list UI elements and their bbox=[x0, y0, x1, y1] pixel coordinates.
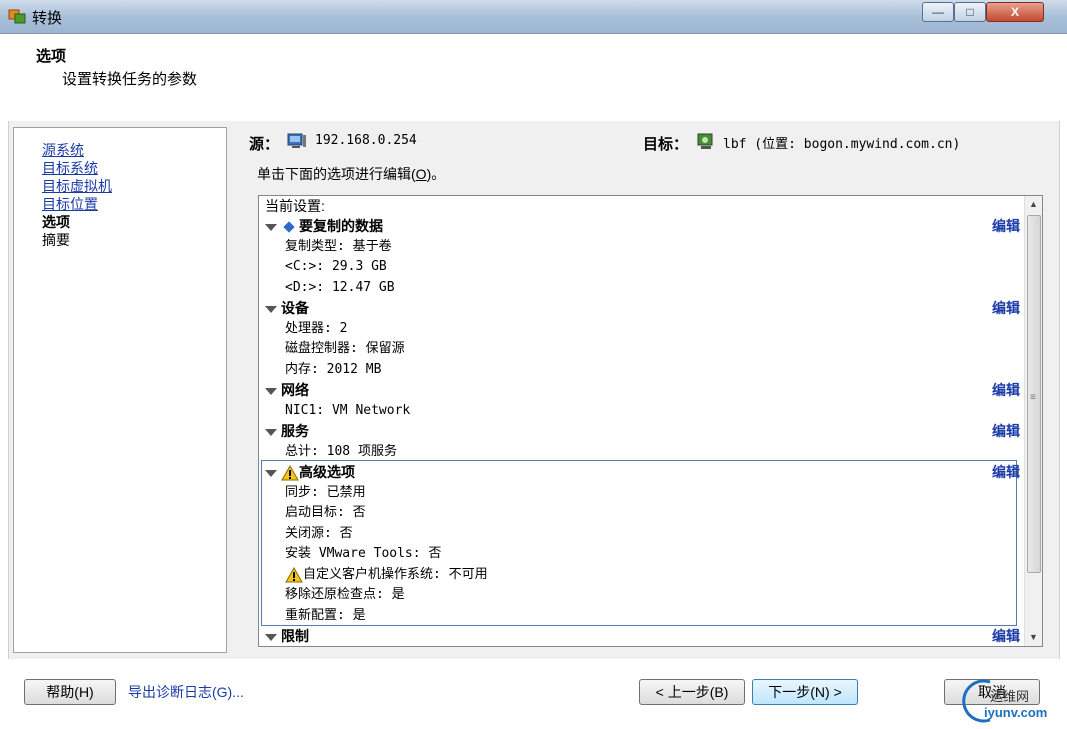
target-location: lbf (位置: bogon.mywind.com.cn) bbox=[723, 137, 961, 152]
grip-icon: ≡ bbox=[1030, 392, 1036, 403]
section-services-label: 服务 bbox=[281, 423, 309, 439]
section-devices[interactable]: 设备 bbox=[265, 298, 309, 318]
next-button[interactable]: 下一步(N) > bbox=[752, 679, 858, 705]
converter-app-icon bbox=[8, 9, 26, 24]
edit-copy-data-link[interactable]: 编辑 bbox=[992, 216, 1020, 236]
processors-value: 处理器: 2 bbox=[285, 321, 348, 336]
maximize-button[interactable]: □ bbox=[954, 2, 986, 22]
collapse-icon[interactable] bbox=[265, 305, 277, 313]
customize-guest-value: 自定义客户机操作系统: 不可用 bbox=[303, 567, 488, 582]
edit-devices-link[interactable]: 编辑 bbox=[992, 298, 1020, 318]
instruction-accesskey: O bbox=[415, 166, 427, 182]
diamond-icon bbox=[283, 221, 295, 233]
section-services[interactable]: 服务 bbox=[265, 421, 309, 441]
target-vm-icon bbox=[697, 133, 713, 149]
page-title: 选项 bbox=[36, 48, 67, 65]
services-total-value: 总计: 108 项服务 bbox=[285, 444, 397, 459]
nav-step-source-system[interactable]: 源系统 bbox=[42, 142, 84, 159]
edit-network-link[interactable]: 编辑 bbox=[992, 380, 1020, 400]
collapse-icon[interactable] bbox=[265, 469, 277, 477]
nav-step-target-location[interactable]: 目标位置 bbox=[42, 196, 98, 213]
reconfigure-value: 重新配置: 是 bbox=[285, 608, 366, 623]
source-label: 源： bbox=[249, 136, 280, 153]
section-copy-data-label: 要复制的数据 bbox=[299, 218, 383, 234]
source-address: 192.168.0.254 bbox=[315, 133, 417, 148]
customize-guest-row: 自定义客户机操作系统: 不可用 bbox=[285, 565, 488, 585]
current-settings-heading: 当前设置: bbox=[265, 198, 325, 214]
close-button[interactable]: X bbox=[986, 2, 1044, 22]
edit-advanced-options-link[interactable]: 编辑 bbox=[992, 462, 1020, 482]
page-header: 选项 设置转换任务的参数 bbox=[10, 35, 1056, 122]
section-copy-data[interactable]: 要复制的数据 bbox=[265, 216, 383, 236]
copy-type-value: 复制类型: 基于卷 bbox=[285, 239, 392, 254]
collapse-icon[interactable] bbox=[265, 633, 277, 641]
title-bar: 转换 — □ X bbox=[0, 0, 1067, 34]
warning-icon bbox=[285, 566, 303, 582]
section-advanced-options-label: 高级选项 bbox=[299, 464, 355, 480]
power-off-source-value: 关闭源: 否 bbox=[285, 526, 353, 541]
vertical-scrollbar[interactable]: ▲ ≡ ▼ bbox=[1024, 196, 1042, 646]
nic-value: NIC1: VM Network bbox=[285, 403, 411, 418]
nav-step-target-vm[interactable]: 目标虚拟机 bbox=[42, 178, 112, 195]
section-advanced-options[interactable]: 高级选项 bbox=[265, 462, 355, 482]
power-on-target-value: 启动目标: 否 bbox=[285, 505, 366, 520]
instruction-end: )。 bbox=[426, 166, 446, 182]
edit-throttling-link[interactable]: 编辑 bbox=[992, 626, 1020, 646]
scroll-up-arrow-icon[interactable]: ▲ bbox=[1025, 196, 1042, 213]
settings-list[interactable]: 当前设置: 要复制的数据 编辑 复制类型: 基于卷 <C:>: 29.3 GB … bbox=[258, 195, 1043, 647]
watermark-text: 运维网 bbox=[990, 689, 1030, 704]
disk-controller-value: 磁盘控制器: 保留源 bbox=[285, 341, 405, 356]
page-subtitle: 设置转换任务的参数 bbox=[62, 71, 198, 88]
sync-value: 同步: 已禁用 bbox=[285, 485, 366, 500]
collapse-icon[interactable] bbox=[265, 387, 277, 395]
collapse-icon[interactable] bbox=[265, 223, 277, 231]
memory-value: 内存: 2012 MB bbox=[285, 362, 382, 377]
nav-step-target-system[interactable]: 目标系统 bbox=[42, 160, 98, 177]
section-throttling[interactable]: 限制 bbox=[265, 626, 309, 646]
section-throttling-label: 限制 bbox=[281, 628, 309, 644]
instruction-text: 单击下面的选项进行编辑( bbox=[257, 166, 416, 182]
install-tools-value: 安装 VMware Tools: 否 bbox=[285, 546, 442, 561]
watermark-url: iyunv.com bbox=[984, 705, 1048, 720]
help-button[interactable]: 帮助(H) bbox=[24, 679, 116, 705]
section-network[interactable]: 网络 bbox=[265, 380, 309, 400]
export-diagnostic-logs-link[interactable]: 导出诊断日志(G)... bbox=[128, 682, 244, 702]
window-title: 转换 bbox=[32, 10, 63, 27]
nav-step-options: 选项 bbox=[42, 214, 70, 230]
remove-restore-value: 移除还原检查点: 是 bbox=[285, 587, 405, 602]
section-network-label: 网络 bbox=[281, 382, 309, 398]
scroll-down-arrow-icon[interactable]: ▼ bbox=[1025, 629, 1042, 646]
source-machine-icon bbox=[287, 133, 306, 148]
wizard-steps-panel: 源系统 目标系统 目标虚拟机 目标位置 选项 摘要 bbox=[13, 127, 227, 653]
wizard-body: 源系统 目标系统 目标虚拟机 目标位置 选项 摘要 源： 192.168.0.2… bbox=[8, 121, 1060, 659]
edit-instruction: 单击下面的选项进行编辑(O)。 bbox=[257, 164, 445, 184]
drive-c-size: <C:>: 29.3 GB bbox=[285, 259, 387, 274]
warning-icon bbox=[281, 465, 299, 481]
target-label: 目标： bbox=[643, 136, 689, 153]
minimize-button[interactable]: — bbox=[922, 2, 954, 22]
drive-d-size: <D:>: 12.47 GB bbox=[285, 280, 395, 295]
nav-step-summary: 摘要 bbox=[42, 232, 70, 248]
section-devices-label: 设备 bbox=[281, 300, 309, 316]
collapse-icon[interactable] bbox=[265, 428, 277, 436]
back-button[interactable]: < 上一步(B) bbox=[639, 679, 745, 705]
edit-services-link[interactable]: 编辑 bbox=[992, 421, 1020, 441]
scroll-thumb[interactable]: ≡ bbox=[1027, 215, 1041, 573]
